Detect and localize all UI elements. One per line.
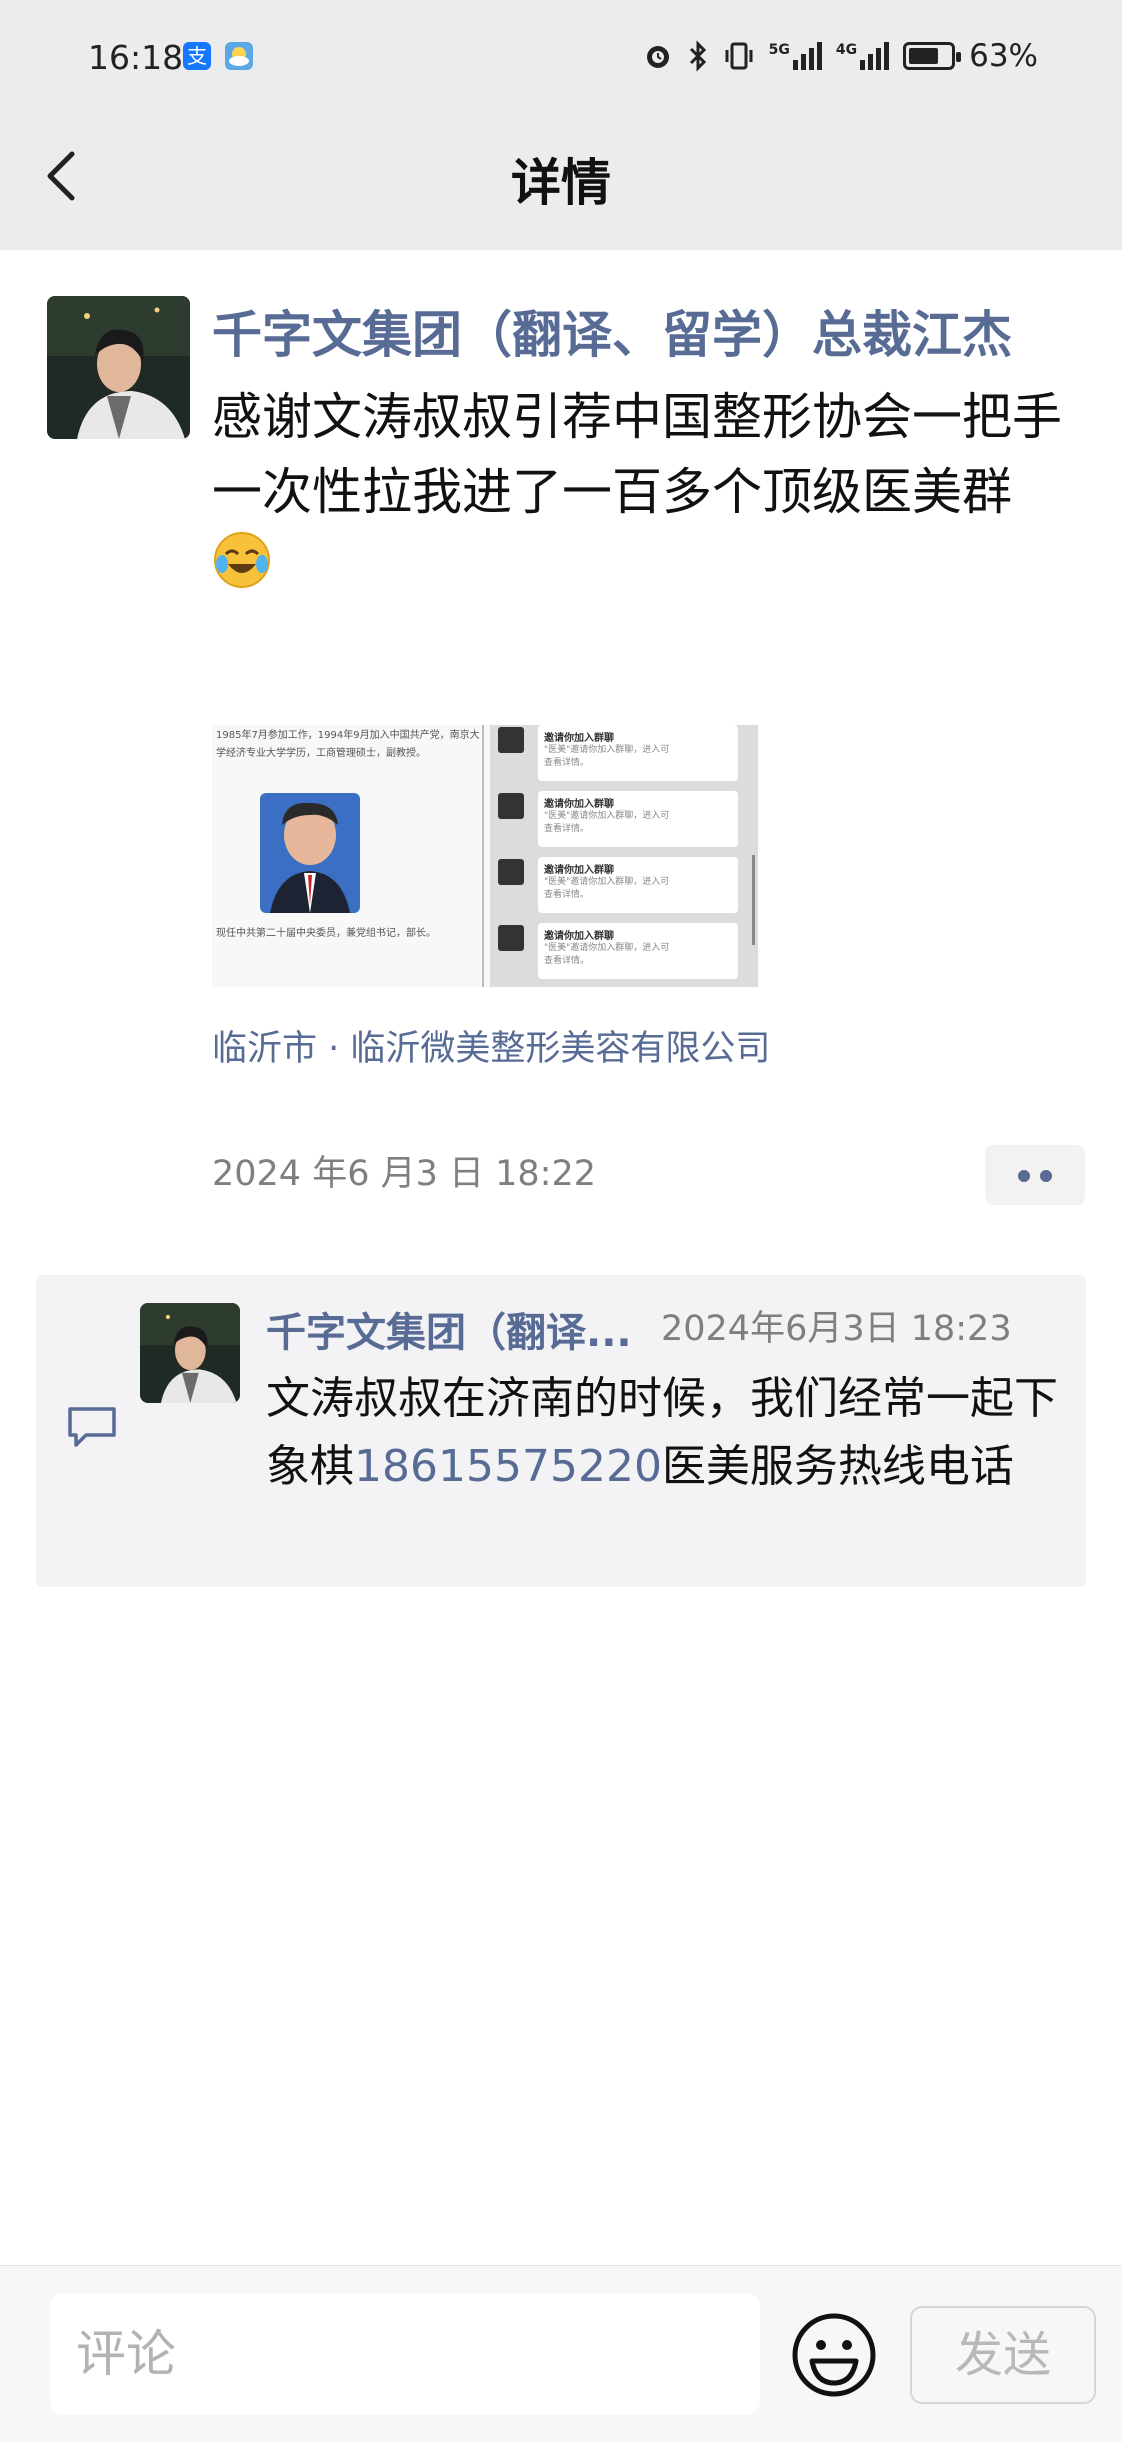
image-chat-item: 邀请你加入群聊 "医美"邀请你加入群聊，进入可查看详情。: [498, 791, 748, 851]
image-chat-title: 邀请你加入群聊: [544, 733, 614, 744]
image-chat-title: 邀请你加入群聊: [544, 865, 614, 876]
comment-text-after: 医美服务热线电话: [661, 1441, 1014, 1492]
status-icons: 5G 4G 63%: [643, 38, 1038, 74]
image-chat-card: 邀请你加入群聊 "医美"邀请你加入群聊，进入可查看详情。: [538, 923, 738, 979]
emoji-button[interactable]: [790, 2311, 878, 2399]
image-chat-card: 邀请你加入群聊 "医美"邀请你加入群聊，进入可查看详情。: [538, 791, 738, 847]
image-chat-avatar: [498, 925, 524, 951]
image-chat-desc: "医美"邀请你加入群聊，进入可查看详情。: [544, 811, 670, 834]
post-author[interactable]: 千字文集团（翻译、留学）总裁江杰: [212, 295, 1012, 367]
status-time: 16:18: [88, 38, 184, 77]
more-dots-icon: [1040, 1170, 1052, 1182]
image-chat-desc: "医美"邀请你加入群聊，进入可查看详情。: [544, 943, 670, 966]
author-avatar[interactable]: [47, 296, 190, 439]
more-dots-icon: [1018, 1170, 1030, 1182]
laughing-crying-emoji-icon: [212, 530, 272, 611]
phone-link[interactable]: 18615575220: [354, 1441, 662, 1492]
weather-icon: [225, 42, 253, 70]
comment-text[interactable]: 文涛叔叔在济南的时候，我们经常一起下象棋18615575220医美服务热线电话: [266, 1365, 1066, 1501]
post-location[interactable]: 临沂市 · 临沂微美整形美容有限公司: [212, 1020, 770, 1071]
image-chat-avatar: [498, 793, 524, 819]
alarm-icon: [646, 46, 669, 68]
image-chat-item: 邀请你加入群聊 "医美"邀请你加入群聊，进入可查看详情。: [498, 923, 748, 983]
commenter-avatar[interactable]: [140, 1303, 240, 1403]
comment-section: 千字文集团（翻译... 2024年6月3日 18:23 文涛叔叔在济南的时候，我…: [36, 1275, 1086, 1587]
image-chat-avatar: [498, 859, 524, 885]
image-chat-card: 邀请你加入群聊 "医美"邀请你加入群聊，进入可查看详情。: [538, 857, 738, 913]
image-chat-title: 邀请你加入群聊: [544, 931, 614, 942]
post-image[interactable]: 1985年7月参加工作，1994年9月加入中国共产党，南京大学经济专业大学学历，…: [212, 725, 758, 987]
image-chat-card: 邀请你加入群聊 "医美"邀请你加入群聊，进入可查看详情。: [538, 725, 738, 781]
image-chat-desc: "医美"邀请你加入群聊，进入可查看详情。: [544, 877, 670, 900]
signal-4g-label: 4G: [835, 42, 858, 58]
post-content: 感谢文涛叔叔引荐中国整形协会一把手 一次性拉我进了一百多个顶级医美群: [212, 380, 1092, 611]
comment-author[interactable]: 千字文集团（翻译...: [266, 1300, 632, 1358]
vibrate-icon: [725, 42, 753, 70]
comment-input[interactable]: [50, 2293, 760, 2415]
signal-5g-icon: 5G: [769, 42, 822, 70]
alipay-icon: 支: [183, 42, 211, 70]
top-bar: 16:18 支 5G 4G 63% 详情: [0, 0, 1122, 250]
image-chat-item: 邀请你加入群聊 "医美"邀请你加入群聊，进入可查看详情。: [498, 725, 748, 785]
comment-bubble-icon: [68, 1407, 116, 1447]
post-text-line1: 感谢文涛叔叔引荐中国整形协会一把手: [212, 388, 1062, 446]
bluetooth-icon: [689, 40, 706, 72]
signal-4g-icon: 4G: [835, 42, 890, 70]
image-chat-avatar: [498, 727, 524, 753]
comment-time: 2024年6月3日 18:23: [661, 1309, 1012, 1349]
comment-bar: 发送: [0, 2265, 1122, 2442]
send-button[interactable]: 发送: [910, 2306, 1096, 2404]
image-caption-top: 1985年7月参加工作，1994年9月加入中国共产党，南京大学经济专业大学学历，…: [216, 730, 480, 759]
image-chat-list: 邀请你加入群聊 "医美"邀请你加入群聊，进入可查看详情。 邀请你加入群聊 "医美…: [490, 725, 756, 987]
battery-icon: [903, 42, 962, 70]
post-text-line2: 一次性拉我进了一百多个顶级医美群: [212, 463, 1012, 521]
smiley-icon: [792, 2313, 876, 2397]
page-title: 详情: [511, 154, 611, 212]
image-chat-item: 邀请你加入群聊 "医美"邀请你加入群聊，进入可查看详情。: [498, 857, 748, 917]
signal-5g-label: 5G: [768, 42, 790, 58]
image-chat-title: 邀请你加入群聊: [544, 799, 614, 810]
image-caption-bottom: 现任中共第二十届中央委员，兼党组书记，部长。: [216, 928, 436, 939]
more-actions-button[interactable]: [985, 1145, 1085, 1205]
image-chat-desc: "医美"邀请你加入群聊，进入可查看详情。: [544, 745, 670, 768]
post-time: 2024 年6 月3 日 18:22: [212, 1154, 596, 1194]
battery-level: 63%: [969, 38, 1038, 74]
